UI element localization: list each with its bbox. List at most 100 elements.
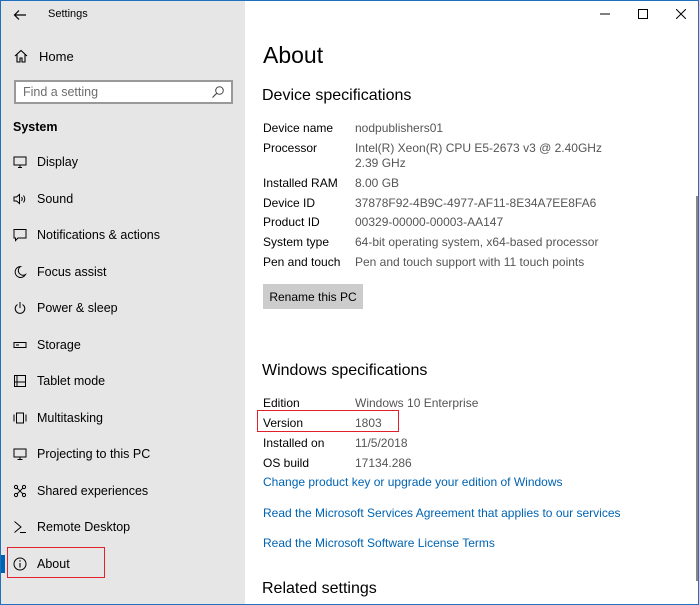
windows-specs-heading: Windows specifications bbox=[262, 362, 428, 379]
spec-key: System type bbox=[263, 235, 330, 249]
section-label-system: System bbox=[13, 120, 58, 134]
info-icon bbox=[13, 557, 27, 571]
storage-icon bbox=[13, 341, 27, 348]
search-icon bbox=[212, 86, 224, 98]
sidebar-item-label: Multitasking bbox=[37, 410, 103, 425]
sidebar-item-focus-assist[interactable]: Focus assist bbox=[1, 254, 245, 291]
home-label: Home bbox=[39, 48, 74, 64]
spec-key: Edition bbox=[263, 396, 300, 410]
sidebar-item-remote-desktop[interactable]: Remote Desktop bbox=[1, 509, 245, 546]
remote-desktop-icon bbox=[14, 521, 26, 534]
spec-row-processor: Processor Intel(R) Xeon(R) CPU E5-2673 v… bbox=[263, 141, 602, 170]
home-nav-item[interactable]: Home bbox=[13, 45, 233, 67]
spec-value: 64-bit operating system, x64-based proce… bbox=[355, 235, 599, 249]
spec-row-version: Version 1803 bbox=[263, 416, 595, 430]
page-title: About bbox=[263, 42, 324, 68]
spec-row-os-build: OS build 17134.286 bbox=[263, 456, 595, 470]
spec-value: Intel(R) Xeon(R) CPU E5-2673 v3 @ 2.40GH… bbox=[355, 141, 602, 170]
window-controls bbox=[586, 1, 698, 29]
processor-value-line1: Intel(R) Xeon(R) CPU E5-2673 v3 @ 2.40GH… bbox=[355, 141, 602, 155]
spec-value: 8.00 GB bbox=[355, 176, 400, 190]
spec-value: Windows 10 Enterprise bbox=[355, 396, 479, 410]
spec-row-device-name: Device name nodpublishers01 bbox=[263, 121, 595, 135]
close-icon bbox=[676, 9, 686, 19]
rename-pc-button[interactable]: Rename this PC bbox=[263, 284, 363, 309]
spec-key: Device ID bbox=[263, 196, 316, 210]
spec-value: 11/5/2018 bbox=[355, 436, 408, 450]
sidebar-item-label: Sound bbox=[37, 191, 74, 206]
display-icon bbox=[13, 156, 27, 169]
spec-row-installed-ram: Installed RAM 8.00 GB bbox=[263, 176, 595, 190]
spec-key: Pen and touch bbox=[263, 255, 341, 269]
search-placeholder: Find a setting bbox=[23, 85, 99, 99]
minimize-icon bbox=[600, 13, 610, 15]
settings-window: Settings Home Find a setting System Disp… bbox=[0, 0, 699, 605]
sidebar: Settings Home Find a setting System Disp… bbox=[1, 1, 245, 604]
services-agreement-link[interactable]: Read the Microsoft Services Agreement th… bbox=[263, 506, 621, 520]
sidebar-nav: Display Sound Notifications & actions Fo… bbox=[1, 144, 245, 582]
spec-row-device-id: Device ID 37878F92-4B9C-4977-AF11-8E34A7… bbox=[263, 196, 597, 210]
minimize-button[interactable] bbox=[586, 1, 624, 27]
close-button[interactable] bbox=[662, 1, 698, 27]
sound-icon bbox=[13, 193, 26, 205]
sidebar-item-label: Remote Desktop bbox=[37, 520, 131, 535]
spec-value: 00329-00000-00003-AA147 bbox=[355, 215, 504, 229]
spec-key: OS build bbox=[263, 456, 310, 470]
sidebar-item-projecting[interactable]: Projecting to this PC bbox=[1, 436, 245, 473]
back-arrow-icon bbox=[13, 10, 26, 20]
focus-assist-icon bbox=[14, 265, 27, 278]
spec-value: 1803 bbox=[355, 416, 382, 430]
multitasking-icon bbox=[13, 412, 27, 424]
sidebar-item-label: Display bbox=[37, 155, 78, 170]
sidebar-item-label: About bbox=[37, 556, 70, 571]
sidebar-item-multitasking[interactable]: Multitasking bbox=[1, 400, 245, 437]
spec-value: nodpublishers01 bbox=[355, 121, 444, 135]
title-bar: Settings bbox=[1, 1, 245, 29]
device-specs-heading: Device specifications bbox=[262, 87, 412, 104]
sidebar-item-storage[interactable]: Storage bbox=[1, 327, 245, 364]
notifications-icon bbox=[13, 229, 27, 242]
back-button[interactable] bbox=[9, 5, 31, 25]
sidebar-item-notifications[interactable]: Notifications & actions bbox=[1, 217, 245, 254]
maximize-button[interactable] bbox=[624, 1, 662, 27]
sidebar-item-label: Focus assist bbox=[37, 264, 107, 279]
sidebar-item-about[interactable]: About bbox=[1, 546, 245, 583]
sidebar-item-display[interactable]: Display bbox=[1, 144, 245, 181]
spec-row-installed-on: Installed on 11/5/2018 bbox=[263, 436, 595, 450]
spec-row-system-type: System type 64-bit operating system, x64… bbox=[263, 235, 599, 249]
home-icon bbox=[14, 49, 28, 63]
spec-row-product-id: Product ID 00329-00000-00003-AA147 bbox=[263, 215, 595, 229]
app-title: Settings bbox=[48, 8, 88, 20]
sidebar-item-shared-experiences[interactable]: Shared experiences bbox=[1, 473, 245, 510]
change-product-key-link[interactable]: Change product key or upgrade your editi… bbox=[263, 475, 563, 489]
spec-key: Processor bbox=[263, 141, 318, 155]
spec-row-pen-touch: Pen and touch Pen and touch support with… bbox=[263, 255, 595, 269]
power-icon bbox=[14, 302, 26, 315]
license-terms-link[interactable]: Read the Microsoft Software License Term… bbox=[263, 536, 495, 550]
sidebar-item-label: Storage bbox=[37, 337, 81, 352]
spec-value: 37878F92-4B9C-4977-AF11-8E34A7EE8FA6 bbox=[355, 196, 597, 210]
spec-key: Device name bbox=[263, 121, 334, 135]
spec-key: Installed RAM bbox=[263, 176, 338, 190]
sidebar-item-label: Projecting to this PC bbox=[37, 447, 151, 462]
maximize-icon bbox=[638, 9, 648, 19]
related-settings-heading: Related settings bbox=[262, 580, 377, 597]
sidebar-item-label: Tablet mode bbox=[37, 374, 106, 389]
spec-value: 17134.286 bbox=[355, 456, 412, 470]
main-content: About Device specifications Device name … bbox=[245, 1, 698, 604]
spec-row-edition: Edition Windows 10 Enterprise bbox=[263, 396, 595, 410]
scrollbar[interactable] bbox=[696, 196, 698, 581]
sidebar-item-tablet-mode[interactable]: Tablet mode bbox=[1, 363, 245, 400]
sidebar-item-sound[interactable]: Sound bbox=[1, 181, 245, 218]
shared-experiences-icon bbox=[13, 484, 27, 497]
search-input[interactable]: Find a setting bbox=[14, 80, 233, 104]
sidebar-item-label: Power & sleep bbox=[37, 301, 118, 316]
spec-key: Installed on bbox=[263, 436, 325, 450]
spec-value: Pen and touch support with 11 touch poin… bbox=[355, 255, 585, 269]
sidebar-item-power-sleep[interactable]: Power & sleep bbox=[1, 290, 245, 327]
sidebar-item-label: Notifications & actions bbox=[37, 228, 160, 243]
sidebar-item-label: Shared experiences bbox=[37, 483, 149, 498]
processor-value-line2: 2.39 GHz bbox=[355, 156, 406, 170]
spec-key: Product ID bbox=[263, 215, 320, 229]
spec-key: Version bbox=[263, 416, 304, 430]
